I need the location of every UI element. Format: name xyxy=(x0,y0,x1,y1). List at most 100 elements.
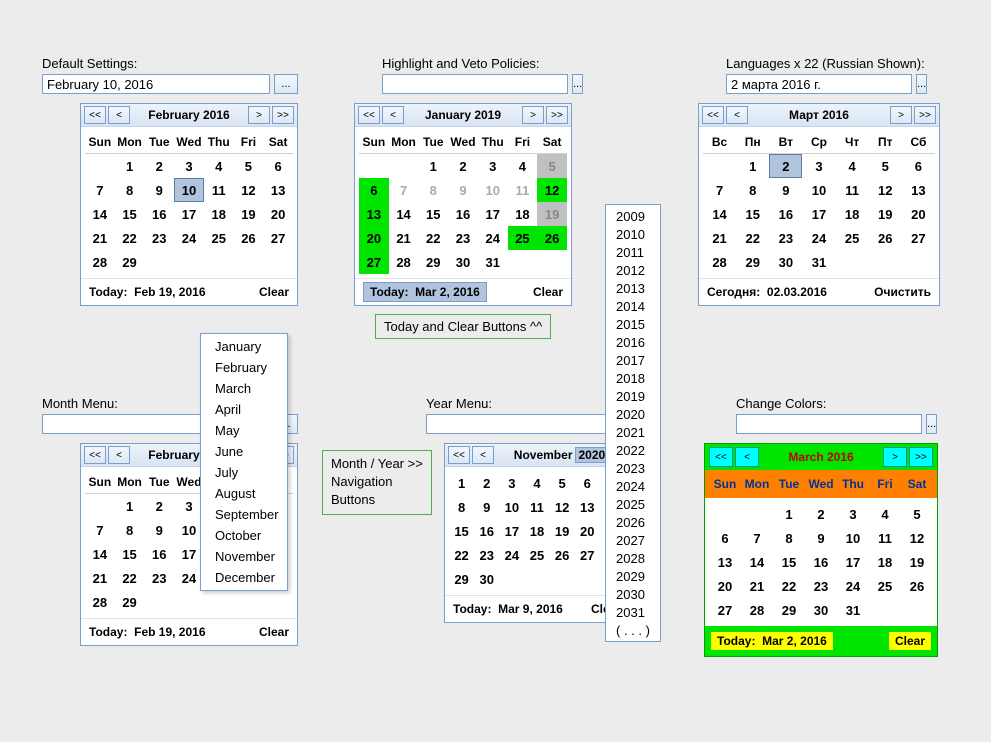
day-cell[interactable]: 26 xyxy=(537,226,567,250)
day-cell[interactable]: 20 xyxy=(359,226,389,250)
prev-month-button[interactable]: < xyxy=(382,106,404,124)
day-cell[interactable]: 8 xyxy=(736,178,769,202)
day-cell[interactable]: 13 xyxy=(263,178,293,202)
day-cell[interactable]: 11 xyxy=(869,526,901,550)
day-cell[interactable]: 23 xyxy=(805,574,837,598)
day-cell[interactable]: 15 xyxy=(115,202,145,226)
date-input-highlight[interactable] xyxy=(382,74,568,94)
clear-button[interactable]: Clear xyxy=(533,285,563,299)
year-menu-item[interactable]: 2031 xyxy=(610,603,656,621)
day-cell[interactable]: 1 xyxy=(115,494,145,518)
day-cell[interactable]: 23 xyxy=(474,543,499,567)
month-menu-item[interactable]: June xyxy=(201,441,287,462)
day-cell[interactable]: 22 xyxy=(449,543,474,567)
date-input-yearmenu[interactable] xyxy=(426,414,612,434)
day-cell[interactable]: 24 xyxy=(499,543,524,567)
day-cell[interactable]: 8 xyxy=(115,518,145,542)
picker-button-russian[interactable]: ... xyxy=(916,74,927,94)
month-menu-item[interactable]: November xyxy=(201,546,287,567)
day-cell[interactable]: 5 xyxy=(550,471,575,495)
year-menu-item[interactable]: 2019 xyxy=(610,387,656,405)
day-cell[interactable]: 2 xyxy=(474,471,499,495)
day-cell[interactable]: 5 xyxy=(537,154,567,178)
day-cell[interactable]: 12 xyxy=(869,178,902,202)
day-cell[interactable]: 22 xyxy=(115,566,145,590)
day-cell[interactable]: 24 xyxy=(478,226,508,250)
day-cell[interactable]: 1 xyxy=(418,154,448,178)
day-cell[interactable]: 29 xyxy=(736,250,769,274)
day-cell[interactable]: 17 xyxy=(478,202,508,226)
day-cell[interactable]: 1 xyxy=(115,154,145,178)
day-cell[interactable]: 5 xyxy=(234,154,264,178)
day-cell[interactable]: 22 xyxy=(115,226,145,250)
year-menu-item[interactable]: ( . . . ) xyxy=(610,621,656,639)
day-cell[interactable]: 25 xyxy=(524,543,549,567)
day-cell[interactable]: 14 xyxy=(389,202,419,226)
day-cell[interactable]: 15 xyxy=(736,202,769,226)
day-cell[interactable]: 31 xyxy=(802,250,835,274)
day-cell[interactable]: 19 xyxy=(550,519,575,543)
year-menu-item[interactable]: 2022 xyxy=(610,441,656,459)
day-cell[interactable]: 13 xyxy=(709,550,741,574)
day-cell[interactable]: 27 xyxy=(709,598,741,622)
year-menu-item[interactable]: 2015 xyxy=(610,315,656,333)
year-menu-item[interactable]: 2024 xyxy=(610,477,656,495)
day-cell[interactable]: 6 xyxy=(709,526,741,550)
prev-year-button[interactable]: << xyxy=(702,106,724,124)
day-cell[interactable]: 19 xyxy=(869,202,902,226)
day-cell[interactable]: 28 xyxy=(703,250,736,274)
prev-month-button[interactable]: < xyxy=(726,106,748,124)
day-cell[interactable]: 4 xyxy=(836,154,869,178)
day-cell[interactable]: 24 xyxy=(802,226,835,250)
day-cell[interactable]: 15 xyxy=(115,542,145,566)
day-cell[interactable]: 12 xyxy=(901,526,933,550)
day-cell[interactable]: 4 xyxy=(524,471,549,495)
day-cell[interactable]: 8 xyxy=(773,526,805,550)
day-cell[interactable]: 28 xyxy=(85,250,115,274)
day-cell[interactable]: 12 xyxy=(537,178,567,202)
prev-year-button[interactable]: << xyxy=(84,446,106,464)
day-cell[interactable]: 24 xyxy=(174,226,204,250)
day-cell[interactable]: 15 xyxy=(449,519,474,543)
day-cell[interactable]: 22 xyxy=(736,226,769,250)
day-cell[interactable]: 21 xyxy=(85,226,115,250)
year-menu-item[interactable]: 2017 xyxy=(610,351,656,369)
day-cell[interactable]: 20 xyxy=(575,519,600,543)
day-cell[interactable]: 10 xyxy=(499,495,524,519)
day-cell[interactable]: 3 xyxy=(174,154,204,178)
day-cell[interactable]: 16 xyxy=(144,202,174,226)
day-cell[interactable]: 14 xyxy=(703,202,736,226)
day-cell[interactable]: 3 xyxy=(802,154,835,178)
day-cell[interactable]: 25 xyxy=(869,574,901,598)
day-cell[interactable]: 17 xyxy=(174,202,204,226)
year-menu-item[interactable]: 2027 xyxy=(610,531,656,549)
day-cell[interactable]: 11 xyxy=(204,178,234,202)
day-cell[interactable]: 28 xyxy=(85,590,115,614)
day-cell[interactable]: 16 xyxy=(474,519,499,543)
day-cell[interactable]: 15 xyxy=(418,202,448,226)
day-cell[interactable]: 10 xyxy=(174,178,204,202)
day-cell[interactable]: 13 xyxy=(575,495,600,519)
today-link[interactable]: Today: Feb 19, 2016 xyxy=(89,625,206,639)
day-cell[interactable]: 19 xyxy=(901,550,933,574)
next-month-button[interactable]: > xyxy=(248,106,270,124)
day-cell[interactable]: 29 xyxy=(115,250,145,274)
month-title[interactable]: February 2016 xyxy=(131,108,247,122)
day-cell[interactable]: 7 xyxy=(741,526,773,550)
day-cell[interactable]: 6 xyxy=(263,154,293,178)
day-cell[interactable]: 17 xyxy=(802,202,835,226)
next-month-button[interactable]: > xyxy=(890,106,912,124)
clear-button[interactable]: Очистить xyxy=(874,285,931,299)
day-cell[interactable]: 2 xyxy=(144,154,174,178)
month-menu-item[interactable]: February xyxy=(201,357,287,378)
today-link[interactable]: Today: Mar 9, 2016 xyxy=(453,602,563,616)
year-menu-item[interactable]: 2029 xyxy=(610,567,656,585)
day-cell[interactable]: 14 xyxy=(85,542,115,566)
day-cell[interactable]: 4 xyxy=(508,154,538,178)
today-link[interactable]: Today: Mar 2, 2016 xyxy=(711,632,833,650)
year-menu-item[interactable]: 2018 xyxy=(610,369,656,387)
date-input-default[interactable] xyxy=(42,74,270,94)
next-year-button[interactable]: >> xyxy=(909,447,933,467)
next-month-button[interactable]: > xyxy=(883,447,907,467)
day-cell[interactable]: 9 xyxy=(805,526,837,550)
